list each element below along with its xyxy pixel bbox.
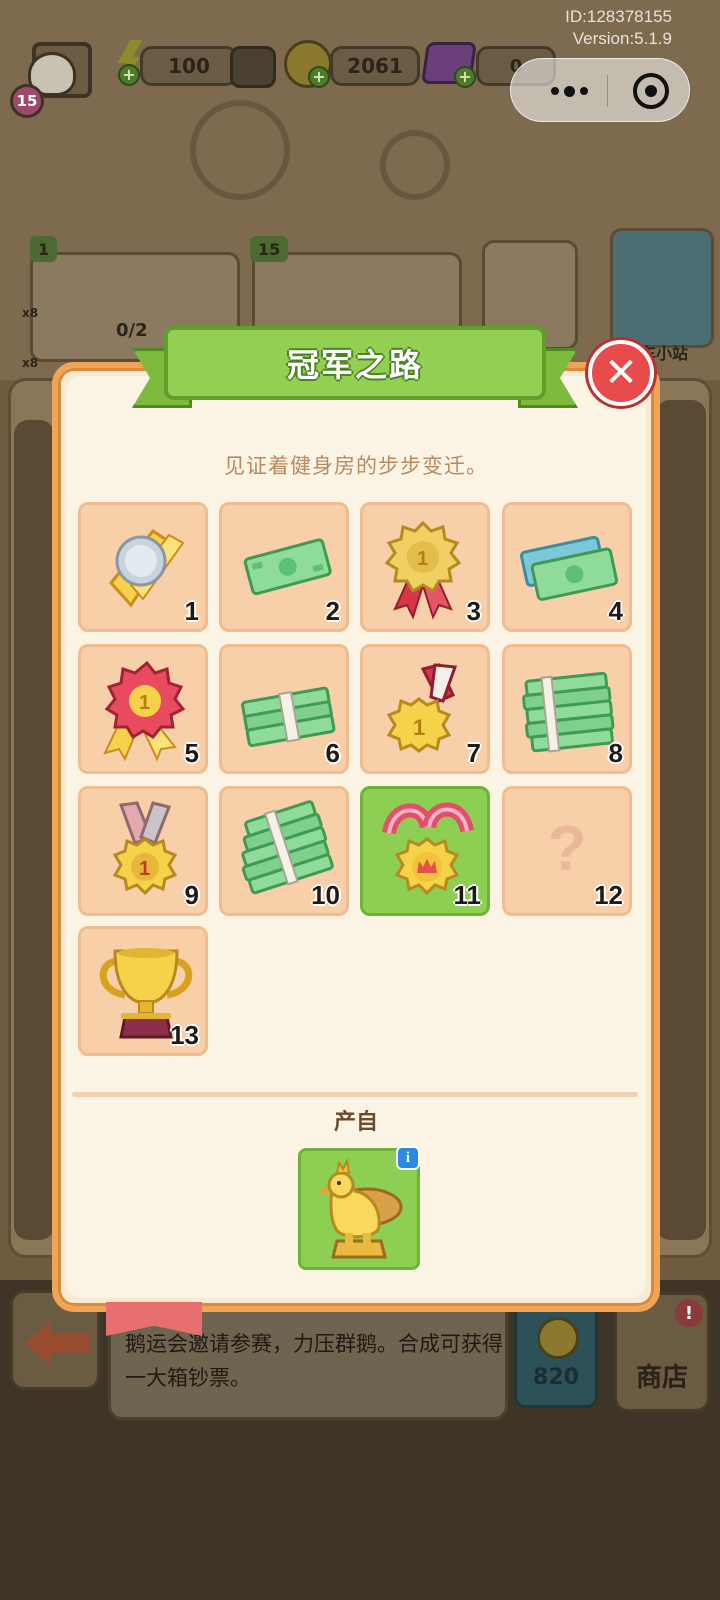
miniprogram-capsule [510,58,690,122]
chain-item-2[interactable]: 2 [219,502,349,632]
dialog-subtitle: 见证着健身房的步步变迁。 [224,454,488,478]
energy-counter: 100 [140,46,238,86]
chain-item-number: 1 [184,596,199,626]
source-label: 产自 [333,1110,378,1135]
add-gems-icon[interactable]: + [454,66,476,88]
chain-item-5[interactable]: 1 5 [78,644,208,774]
svg-text:1: 1 [139,858,150,880]
section-divider [72,1092,638,1097]
dialog-title: 冠军之路 [286,346,423,384]
svg-text:1: 1 [417,548,428,570]
chain-item-number: 8 [608,738,623,768]
app-version: Version:5.1.9 [572,29,672,48]
chain-item-12[interactable]: ? 12 [502,786,632,916]
question-mark-icon: ? [547,812,587,884]
chain-item-number: 4 [608,596,623,626]
close-miniprogram-icon[interactable] [633,73,669,109]
chain-item-3[interactable]: 1 3 [360,502,490,632]
chain-item-number: 7 [466,738,481,768]
more-menu-icon[interactable] [539,79,599,103]
account-info: ID:128378155 Version:5.1.9 [565,6,672,50]
player-avatar[interactable]: 15 [10,38,94,118]
account-id: ID:128378155 [565,7,672,26]
trophy-card-tag: 15 [250,236,289,262]
chain-item-7[interactable]: 1 7 [360,644,490,774]
energy-boost-button[interactable] [230,46,276,88]
chain-item-4[interactable]: 4 [502,502,632,632]
wall-decoration [380,130,450,200]
svg-text:1: 1 [413,715,425,740]
wall-clock-decoration [190,100,290,200]
chain-item-number: 12 [594,880,623,910]
right-edge-items [656,400,706,1240]
chain-item-8[interactable]: 8 [502,644,632,774]
add-energy-icon[interactable]: + [118,64,140,86]
shop-label: 商店 [635,1363,688,1393]
exit-arrow-icon [25,1321,89,1365]
chain-item-number: 2 [325,596,340,626]
coin-counter: 2061 [330,46,420,86]
chain-item-13[interactable]: 13 [78,926,208,1056]
chain-item-number: 3 [466,596,481,626]
golden-goose-statue-icon [317,1157,403,1259]
chain-item-9[interactable]: 1 9 [78,786,208,916]
chain-item-number: 6 [325,738,340,768]
chain-item-number: 13 [170,1020,199,1050]
shop-alert-badge: ! [675,1299,703,1327]
chain-item-1[interactable]: 1 [78,502,208,632]
svg-text:1: 1 [139,692,150,714]
chain-item-number: 9 [184,880,199,910]
chain-item-number: 10 [311,880,340,910]
order-card-tag: 1 [30,236,58,262]
dialog-title-banner: 冠军之路 [132,326,578,414]
left-edge-items [14,420,54,1240]
info-icon[interactable]: i [396,1146,420,1170]
banner-body: 冠军之路 [164,326,546,400]
player-level-badge: 15 [10,84,44,118]
chain-item-number: 11 [453,880,482,910]
sell-price: 820 [533,1365,579,1390]
side-count-1: x8 [22,306,39,320]
chain-item-10[interactable]: 10 [219,786,349,916]
coin-icon [537,1317,579,1359]
item-description: 鹅运会邀请参赛，力压群鹅。合成可获得一大箱钞票。 [125,1332,503,1390]
station-building[interactable] [610,228,714,348]
close-icon[interactable]: ✕ [588,340,654,406]
chain-item-11[interactable]: 11 [360,786,490,916]
add-coins-icon[interactable]: + [308,66,330,88]
capsule-divider [607,75,608,107]
chain-item-6[interactable]: 6 [219,644,349,774]
chain-item-number: 5 [184,738,199,768]
side-count-2: x8 [22,356,39,370]
